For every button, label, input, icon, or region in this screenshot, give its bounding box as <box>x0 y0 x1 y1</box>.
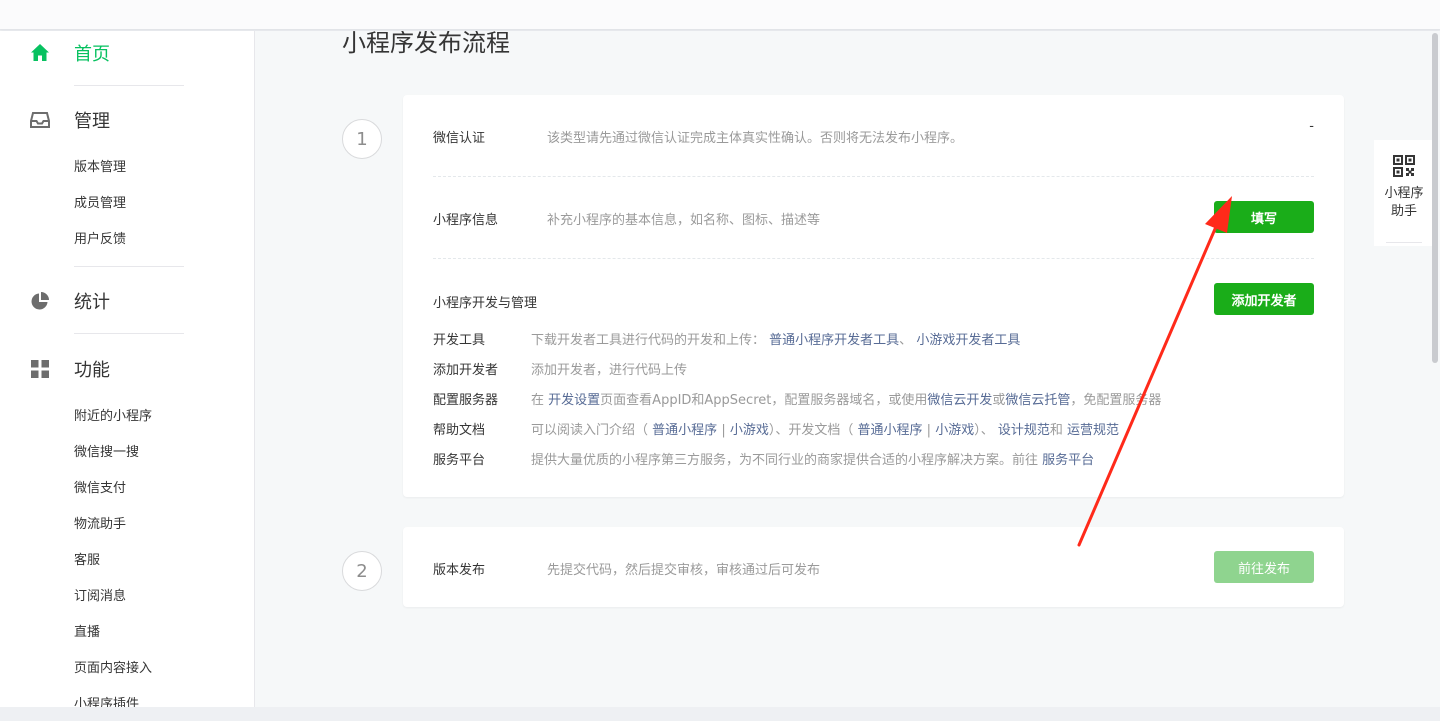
wechat-auth-desc: 该类型请先通过微信认证完成主体真实性确认。否则将无法发布小程序。 <box>547 131 964 146</box>
helper-line-2: 助手 <box>1390 204 1417 219</box>
fill-info-button[interactable]: 填写 <box>1214 201 1314 233</box>
operation-spec-link[interactable]: 运营规范 <box>1067 423 1119 438</box>
divider <box>1386 242 1422 243</box>
service-platform-row: 服务平台 提供大量优质的小程序第三方服务，为不同行业的商家提供合适的小程序解决方案… <box>433 451 1094 471</box>
sidebar-item-features[interactable]: 功能 <box>30 354 110 384</box>
add-developer-button[interactable]: 添加开发者 <box>1214 283 1314 315</box>
sidebar-item-user-feedback[interactable]: 用户反馈 <box>74 230 126 250</box>
intro-mini-game-link[interactable]: 小游戏 <box>730 423 769 438</box>
sidebar-item-page-content[interactable]: 页面内容接入 <box>74 659 152 679</box>
dev-tools-label: 开发工具 <box>433 333 486 348</box>
top-bar <box>0 0 1440 30</box>
scrollbar[interactable] <box>1432 33 1438 363</box>
sidebar-item-manage[interactable]: 管理 <box>30 105 110 135</box>
divider <box>433 176 1314 177</box>
server-text-b: 页面查看AppID和AppSecret，配置服务器域名，或使用 <box>600 393 928 408</box>
separator: | <box>721 423 726 438</box>
sidebar-item-label: 管理 <box>74 111 110 132</box>
service-platform-text: 提供大量优质的小程序第三方服务，为不同行业的商家提供合适的小程序解决方案。前往 <box>531 453 1039 468</box>
sidebar-item-pay[interactable]: 微信支付 <box>74 479 126 499</box>
sidebar: 首页 管理 版本管理 成员管理 用户反馈 统计 功能 附近的小程序 微信搜一搜 <box>0 31 255 707</box>
page-title: 小程序发布流程 <box>342 31 510 57</box>
mini-program-helper[interactable]: 小程序 助手 <box>1374 140 1434 246</box>
mini-info-desc: 补充小程序的基本信息，如名称、图标、描述等 <box>547 213 821 228</box>
wechat-auth-label: 微信认证 <box>433 131 486 146</box>
step-number-1: 1 <box>342 119 382 159</box>
sidebar-item-stats[interactable]: 统计 <box>30 286 110 316</box>
server-text-c: 或 <box>992 393 1006 408</box>
sidebar-item-label: 首页 <box>74 44 110 65</box>
server-config-label: 配置服务器 <box>433 393 499 408</box>
helper-line-1: 小程序 <box>1384 186 1424 201</box>
dev-tools-text: 下载开发者工具进行代码的开发和上传： <box>531 333 766 348</box>
design-spec-link[interactable]: 设计规范 <box>998 423 1050 438</box>
mini-info-label: 小程序信息 <box>433 213 499 228</box>
main-content: 小程序发布流程 1 微信认证 该类型请先通过微信认证完成主体真实性确认。否则将无… <box>256 31 1440 707</box>
separator: | <box>926 423 932 438</box>
sidebar-item-label: 功能 <box>74 360 110 381</box>
divider <box>74 266 184 267</box>
go-release-button[interactable]: 前往发布 <box>1214 551 1314 583</box>
dev-tools-row: 开发工具 下载开发者工具进行代码的开发和上传： 普通小程序开发者工具、 小游戏开发… <box>433 331 1020 351</box>
dev-manage-label: 小程序开发与管理 <box>433 296 538 311</box>
sidebar-item-subscribe-msg[interactable]: 订阅消息 <box>74 587 126 607</box>
sidebar-item-home[interactable]: 首页 <box>30 38 110 68</box>
version-release-desc: 先提交代码，然后提交审核，审核通过后可发布 <box>547 563 821 578</box>
step1-card: 微信认证 该类型请先通过微信认证完成主体真实性确认。否则将无法发布小程序。 - … <box>403 95 1344 497</box>
step2-card: 版本发布 先提交代码，然后提交审核，审核通过后可发布 前往发布 <box>403 527 1344 607</box>
wechat-auth-status: - <box>1309 119 1314 134</box>
pie-chart-icon <box>30 291 50 311</box>
help-text-b: ）、开发文档（ <box>768 423 854 438</box>
help-text-d: 和 <box>1049 423 1063 438</box>
add-developer-label: 添加开发者 <box>433 363 499 378</box>
help-docs-row: 帮助文档 可以阅读入门介绍（ 普通小程序 | 小游戏）、开发文档（ 普通小程序 |… <box>433 421 1119 441</box>
server-text-d: ，免配置服务器 <box>1070 393 1162 408</box>
mini-game-devtools-link[interactable]: 小游戏开发者工具 <box>916 333 1020 348</box>
sidebar-item-plugin[interactable]: 小程序插件 <box>74 695 139 707</box>
dev-settings-link[interactable]: 开发设置 <box>548 393 600 408</box>
sidebar-item-logistics[interactable]: 物流助手 <box>74 515 126 535</box>
bottom-strip <box>0 707 1440 721</box>
help-text-a: 可以阅读入门介绍（ <box>531 423 649 438</box>
sidebar-item-customer-service[interactable]: 客服 <box>74 551 100 571</box>
grid-icon <box>30 359 50 379</box>
divider <box>74 85 184 86</box>
service-platform-link[interactable]: 服务平台 <box>1042 453 1094 468</box>
docs-mini-program-link[interactable]: 普通小程序 <box>858 423 923 438</box>
inbox-icon <box>30 110 50 130</box>
sidebar-item-live[interactable]: 直播 <box>74 623 100 643</box>
version-release-label: 版本发布 <box>433 563 486 578</box>
app-frame: 首页 管理 版本管理 成员管理 用户反馈 统计 功能 附近的小程序 微信搜一搜 <box>0 31 1440 707</box>
sidebar-item-label: 统计 <box>74 292 110 313</box>
help-docs-label: 帮助文档 <box>433 423 486 438</box>
intro-mini-program-link[interactable]: 普通小程序 <box>652 423 717 438</box>
cloud-dev-link[interactable]: 微信云开发 <box>927 393 992 408</box>
home-icon <box>30 43 50 63</box>
help-text-c: ）、 <box>974 423 994 438</box>
sidebar-item-member-manage[interactable]: 成员管理 <box>74 194 126 214</box>
service-platform-label: 服务平台 <box>433 453 486 468</box>
sidebar-item-version-manage[interactable]: 版本管理 <box>74 158 126 178</box>
separator: 、 <box>899 333 913 348</box>
sidebar-item-nearby[interactable]: 附近的小程序 <box>74 407 152 427</box>
step-number-2: 2 <box>342 551 382 591</box>
cloud-hosting-link[interactable]: 微信云托管 <box>1005 393 1070 408</box>
divider <box>74 333 184 334</box>
mini-program-devtools-link[interactable]: 普通小程序开发者工具 <box>769 333 899 348</box>
add-developer-row: 添加开发者 添加开发者，进行代码上传 <box>433 361 687 381</box>
docs-mini-game-link[interactable]: 小游戏 <box>935 423 974 438</box>
qr-code-icon <box>1393 155 1415 177</box>
add-developer-text: 添加开发者，进行代码上传 <box>531 363 688 378</box>
divider <box>433 258 1314 259</box>
server-config-row: 配置服务器 在 开发设置页面查看AppID和AppSecret，配置服务器域名，或… <box>433 391 1161 411</box>
sidebar-item-search[interactable]: 微信搜一搜 <box>74 443 139 463</box>
server-text-a: 在 <box>531 393 545 408</box>
